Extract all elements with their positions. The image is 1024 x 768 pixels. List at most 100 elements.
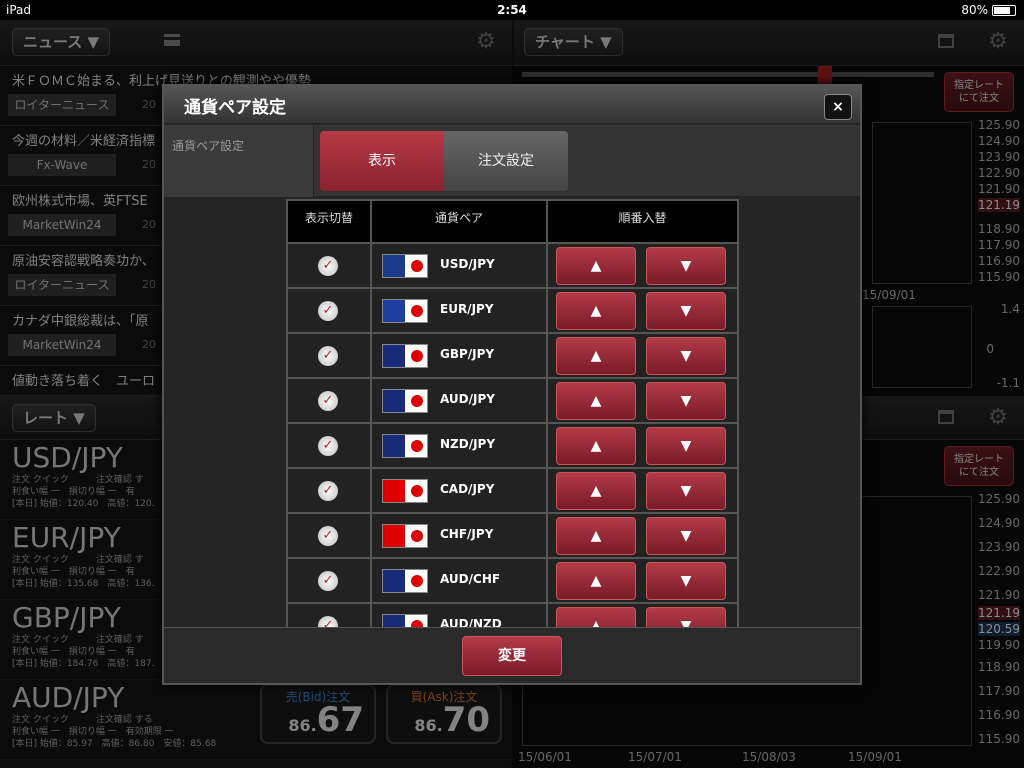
order-cell: ▲ ▼ <box>548 604 737 627</box>
battery-icon <box>992 4 1016 16</box>
battery-percent: 80% <box>961 3 988 17</box>
toggle-cell: ✓ <box>288 514 372 557</box>
pair-flag-icon <box>382 299 428 323</box>
table-row: ✓ NZD/JPY ▲ ▼ <box>286 424 739 469</box>
change-button[interactable]: 変更 <box>462 636 562 676</box>
pair-flag-icon <box>382 569 428 593</box>
toggle-cell: ✓ <box>288 424 372 467</box>
pair-name: USD/JPY <box>440 257 495 271</box>
currency-pair-settings-dialog: 通貨ペア設定 × 通貨ペア設定 表示 注文設定 表示切替 通貨ペア 順番入替 ✓… <box>162 84 862 685</box>
toggle-cell: ✓ <box>288 469 372 512</box>
pair-table: 表示切替 通貨ペア 順番入替 ✓ USD/JPY ▲ ▼ ✓ EUR/JPY ▲ ▼ ✓ GBP/… <box>286 199 739 627</box>
move-down-button[interactable]: ▼ <box>646 427 726 465</box>
toggle-cell: ✓ <box>288 289 372 332</box>
pair-name: AUD/CHF <box>440 572 501 586</box>
pair-name: CHF/JPY <box>440 527 494 541</box>
pair-name: CAD/JPY <box>440 482 495 496</box>
order-cell: ▲ ▼ <box>548 514 737 557</box>
order-cell: ▲ ▼ <box>548 334 737 377</box>
pair-name: GBP/JPY <box>440 347 495 361</box>
pair-cell: GBP/JPY <box>372 334 548 377</box>
pair-name: NZD/JPY <box>440 437 496 451</box>
order-cell: ▲ ▼ <box>548 559 737 602</box>
visibility-checkbox[interactable]: ✓ <box>318 256 338 276</box>
move-down-button[interactable]: ▼ <box>646 247 726 285</box>
toggle-cell: ✓ <box>288 244 372 287</box>
pair-cell: AUD/NZD <box>372 604 548 627</box>
table-row: ✓ GBP/JPY ▲ ▼ <box>286 334 739 379</box>
toggle-cell: ✓ <box>288 334 372 377</box>
table-row: ✓ EUR/JPY ▲ ▼ <box>286 289 739 334</box>
dialog-header: 通貨ペア設定 × <box>164 86 860 124</box>
pair-cell: NZD/JPY <box>372 424 548 467</box>
move-down-button[interactable]: ▼ <box>646 472 726 510</box>
pair-name: AUD/JPY <box>440 392 495 406</box>
table-row: ✓ CAD/JPY ▲ ▼ <box>286 469 739 514</box>
pair-cell: AUD/JPY <box>372 379 548 422</box>
move-up-button[interactable]: ▲ <box>556 562 636 600</box>
move-up-button[interactable]: ▲ <box>556 427 636 465</box>
visibility-checkbox[interactable]: ✓ <box>318 346 338 366</box>
move-down-button[interactable]: ▼ <box>646 382 726 420</box>
visibility-checkbox[interactable]: ✓ <box>318 616 338 627</box>
visibility-checkbox[interactable]: ✓ <box>318 526 338 546</box>
dialog-title: 通貨ペア設定 <box>184 98 286 118</box>
move-down-button[interactable]: ▼ <box>646 562 726 600</box>
table-row: ✓ AUD/CHF ▲ ▼ <box>286 559 739 604</box>
status-bar: iPad 2:54 80% <box>0 0 1024 20</box>
pair-flag-icon <box>382 524 428 548</box>
visibility-checkbox[interactable]: ✓ <box>318 301 338 321</box>
move-up-button[interactable]: ▲ <box>556 517 636 555</box>
move-up-button[interactable]: ▲ <box>556 337 636 375</box>
toggle-cell: ✓ <box>288 559 372 602</box>
dialog-footer: 変更 <box>164 627 860 683</box>
battery-indicator: 80% <box>961 3 1016 17</box>
table-row: ✓ AUD/NZD ▲ ▼ <box>286 604 739 627</box>
move-up-button[interactable]: ▲ <box>556 292 636 330</box>
pair-flag-icon <box>382 434 428 458</box>
move-down-button[interactable]: ▼ <box>646 337 726 375</box>
pair-name: EUR/JPY <box>440 302 494 316</box>
pair-cell: CHF/JPY <box>372 514 548 557</box>
move-down-button[interactable]: ▼ <box>646 607 726 627</box>
tab-row: 通貨ペア設定 表示 注文設定 <box>164 125 860 197</box>
order-cell: ▲ ▼ <box>548 379 737 422</box>
table-row: ✓ CHF/JPY ▲ ▼ <box>286 514 739 559</box>
pair-flag-icon <box>382 479 428 503</box>
table-row: ✓ USD/JPY ▲ ▼ <box>286 244 739 289</box>
col-order-header: 順番入替 <box>618 211 667 225</box>
tab-display[interactable]: 表示 <box>320 131 444 191</box>
pair-cell: USD/JPY <box>372 244 548 287</box>
clock: 2:54 <box>497 3 527 17</box>
table-header: 表示切替 通貨ペア 順番入替 <box>286 199 739 244</box>
visibility-checkbox[interactable]: ✓ <box>318 391 338 411</box>
pair-name: AUD/NZD <box>440 617 502 627</box>
table-row: ✓ AUD/JPY ▲ ▼ <box>286 379 739 424</box>
visibility-checkbox[interactable]: ✓ <box>318 481 338 501</box>
toggle-cell: ✓ <box>288 604 372 627</box>
move-up-button[interactable]: ▲ <box>556 247 636 285</box>
visibility-checkbox[interactable]: ✓ <box>318 571 338 591</box>
move-up-button[interactable]: ▲ <box>556 382 636 420</box>
pair-table-scroll[interactable]: 表示切替 通貨ペア 順番入替 ✓ USD/JPY ▲ ▼ ✓ EUR/JPY ▲ ▼ ✓ GBP/… <box>164 197 860 627</box>
toggle-cell: ✓ <box>288 379 372 422</box>
col-toggle-header: 表示切替 <box>288 201 372 242</box>
pair-flag-icon <box>382 254 428 278</box>
move-down-button[interactable]: ▼ <box>646 292 726 330</box>
order-cell: ▲ ▼ <box>548 469 737 512</box>
section-label: 通貨ペア設定 <box>164 125 314 197</box>
order-cell: ▲ ▼ <box>548 244 737 287</box>
order-cell: ▲ ▼ <box>548 289 737 332</box>
close-button[interactable]: × <box>824 94 852 120</box>
pair-cell: CAD/JPY <box>372 469 548 512</box>
move-down-button[interactable]: ▼ <box>646 517 726 555</box>
order-cell: ▲ ▼ <box>548 424 737 467</box>
pair-cell: EUR/JPY <box>372 289 548 332</box>
tab-order-settings[interactable]: 注文設定 <box>444 131 568 191</box>
move-up-button[interactable]: ▲ <box>556 607 636 627</box>
pair-flag-icon <box>382 344 428 368</box>
visibility-checkbox[interactable]: ✓ <box>318 436 338 456</box>
pair-flag-icon <box>382 614 428 627</box>
pair-cell: AUD/CHF <box>372 559 548 602</box>
move-up-button[interactable]: ▲ <box>556 472 636 510</box>
